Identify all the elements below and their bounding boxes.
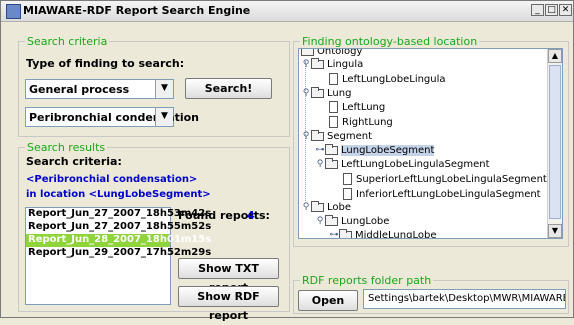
- tree-node-segment[interactable]: ⚲ Segment: [301, 129, 372, 143]
- leaf-icon: [343, 188, 352, 200]
- window-title: MIAWARE-RDF Report Search Engine: [23, 4, 251, 17]
- list-item-selected[interactable]: Report_Jun_28_2007_18h01m15s: [26, 234, 211, 247]
- scroll-thumb[interactable]: [549, 65, 561, 219]
- list-item[interactable]: Report_Jun_27_2007_18h53m42s: [26, 208, 211, 221]
- tree-node-lunglobe[interactable]: ⚲ LungLobe: [315, 214, 389, 228]
- folder-icon: [325, 214, 338, 226]
- folder-icon: [311, 129, 324, 141]
- folder-icon: [325, 157, 338, 169]
- tree-node-lobe[interactable]: ⚲ Lobe: [301, 200, 351, 214]
- folder-icon: [311, 86, 324, 98]
- finding-type-label: Type of finding to search:: [26, 57, 185, 70]
- search-criteria-legend: Search criteria: [25, 35, 110, 48]
- folder-path-legend: RDF reports folder path: [300, 274, 434, 287]
- finding-select[interactable]: Peribronchial condensation ▼: [25, 107, 199, 127]
- found-reports-count: 4: [247, 209, 255, 222]
- minimize-button[interactable]: _: [531, 4, 544, 16]
- tree-node-middlelunglobe[interactable]: ⊶ MiddleLungLobe: [329, 228, 436, 238]
- criteria-finding-text: <Peribronchial condensation>: [26, 174, 198, 185]
- tree-scrollbar[interactable]: ▲ ▼: [547, 49, 562, 238]
- expand-toggle-icon[interactable]: ⚲: [315, 216, 325, 226]
- app-icon: [6, 4, 21, 19]
- expand-toggle-icon[interactable]: ⚲: [301, 88, 311, 98]
- tree-node-superior[interactable]: SuperiorLeftLungLobeLingulaSegment: [343, 172, 547, 186]
- tree-node-rightlung[interactable]: RightLung: [329, 115, 393, 129]
- folder-icon: [301, 49, 314, 56]
- tree-node-lingula[interactable]: ⚲ Lingula: [301, 57, 363, 71]
- finding-type-select[interactable]: General process ▼: [25, 79, 174, 99]
- list-item[interactable]: Report_Jun_27_2007_18h55m52s: [26, 221, 211, 234]
- criteria-location-text: in location <LungLobeSegment>: [26, 189, 211, 200]
- finding-value: Peribronchial condensation: [29, 111, 200, 124]
- chevron-down-icon[interactable]: ▼: [155, 80, 173, 98]
- open-button[interactable]: Open: [298, 290, 358, 311]
- scroll-down-icon[interactable]: ▼: [548, 224, 562, 238]
- finding-type-value: General process: [29, 83, 130, 96]
- leaf-icon: [329, 101, 338, 113]
- ontology-tree[interactable]: Ontology ⚲ Lingula LeftLungLobeLingula ⚲…: [298, 48, 563, 239]
- maximize-button[interactable]: □: [545, 4, 558, 16]
- collapsed-toggle-icon[interactable]: ⊶: [315, 145, 325, 155]
- expand-toggle-icon[interactable]: ⚲: [301, 131, 311, 141]
- expand-toggle-icon[interactable]: ⚲: [315, 159, 325, 169]
- tree-node-lunglobesegment[interactable]: ⊶ LungLobeSegment: [315, 143, 435, 157]
- title-bar: MIAWARE-RDF Report Search Engine _ □ ✕: [1, 1, 573, 22]
- show-txt-report-button[interactable]: Show TXT report: [178, 258, 279, 294]
- leaf-icon: [343, 173, 352, 185]
- folder-icon: [339, 228, 352, 238]
- show-rdf-report-button[interactable]: Show RDF report: [178, 286, 279, 322]
- folder-icon: [325, 143, 338, 155]
- search-results-legend: Search results: [25, 141, 108, 154]
- tree-node-inferior[interactable]: InferiorLeftLungLobeLingulaSegment: [343, 187, 541, 201]
- ontology-legend: Finding ontology-based location: [300, 35, 480, 48]
- expand-toggle-icon[interactable]: ⚲: [301, 202, 311, 212]
- leaf-icon: [329, 73, 338, 85]
- leaf-icon: [329, 116, 338, 128]
- tree-node-leftlunglobelingulasegment[interactable]: ⚲ LeftLungLobeLingulaSegment: [315, 157, 490, 171]
- collapsed-toggle-icon[interactable]: ⊶: [329, 230, 339, 238]
- expand-toggle-icon[interactable]: ⚲: [301, 59, 311, 69]
- app-window: MIAWARE-RDF Report Search Engine _ □ ✕ S…: [0, 0, 574, 322]
- folder-icon: [311, 57, 324, 69]
- folder-path-field[interactable]: Settings\bartek\Desktop\MWR\MIAWARE-repo…: [363, 289, 566, 309]
- results-criteria-label: Search criteria:: [26, 155, 122, 168]
- tree-node-lung[interactable]: ⚲ Lung: [301, 86, 351, 100]
- scroll-up-icon[interactable]: ▲: [548, 49, 562, 63]
- close-button[interactable]: ✕: [559, 4, 572, 16]
- folder-icon: [311, 200, 324, 212]
- found-reports-label: Found reports:: [178, 209, 270, 222]
- list-item[interactable]: Report_Jun_29_2007_17h52m29s: [26, 247, 211, 260]
- reports-list[interactable]: Report_Jun_27_2007_18h53m42s Report_Jun_…: [25, 207, 211, 305]
- tree-node-leftlung[interactable]: LeftLung: [329, 100, 385, 114]
- search-button[interactable]: Search!: [185, 78, 272, 99]
- tree-node-leftlunglobelingula[interactable]: LeftLungLobeLingula: [329, 72, 446, 86]
- chevron-down-icon[interactable]: ▼: [155, 108, 173, 126]
